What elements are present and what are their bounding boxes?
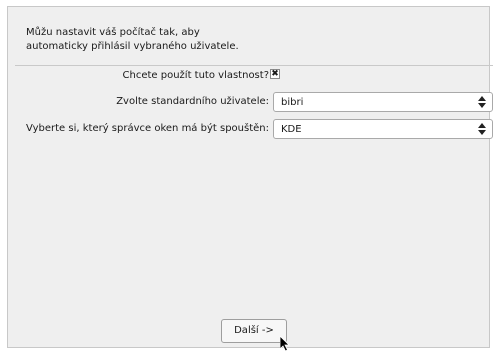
window-manager-select[interactable]: KDE — [273, 119, 493, 139]
default-user-label: Zvolte standardního uživatele: — [116, 96, 269, 107]
updown-arrows-icon — [478, 123, 486, 135]
check-mark-icon: ✖ — [271, 69, 279, 79]
divider — [15, 65, 493, 66]
enable-autologin-label: Chcete použít tuto vlastnost? — [122, 70, 269, 81]
intro-text: Můžu nastavit váš počítač tak, aby autom… — [26, 26, 326, 54]
window-manager-value: KDE — [281, 124, 302, 135]
mouse-pointer-icon — [280, 336, 290, 352]
default-user-value: bibri — [281, 97, 304, 108]
default-user-select[interactable]: bibri — [273, 92, 493, 112]
enable-autologin-checkbox[interactable]: ✖ — [270, 69, 280, 79]
window-manager-label: Vyberte si, který správce oken má být sp… — [26, 123, 269, 134]
intro-line-2: automaticky přihlásil vybraného uživatel… — [26, 41, 239, 52]
updown-arrows-icon — [478, 96, 486, 108]
next-button[interactable]: Další -> — [221, 319, 287, 343]
wizard-panel — [7, 6, 490, 348]
intro-line-1: Můžu nastavit váš počítač tak, aby — [26, 27, 200, 38]
